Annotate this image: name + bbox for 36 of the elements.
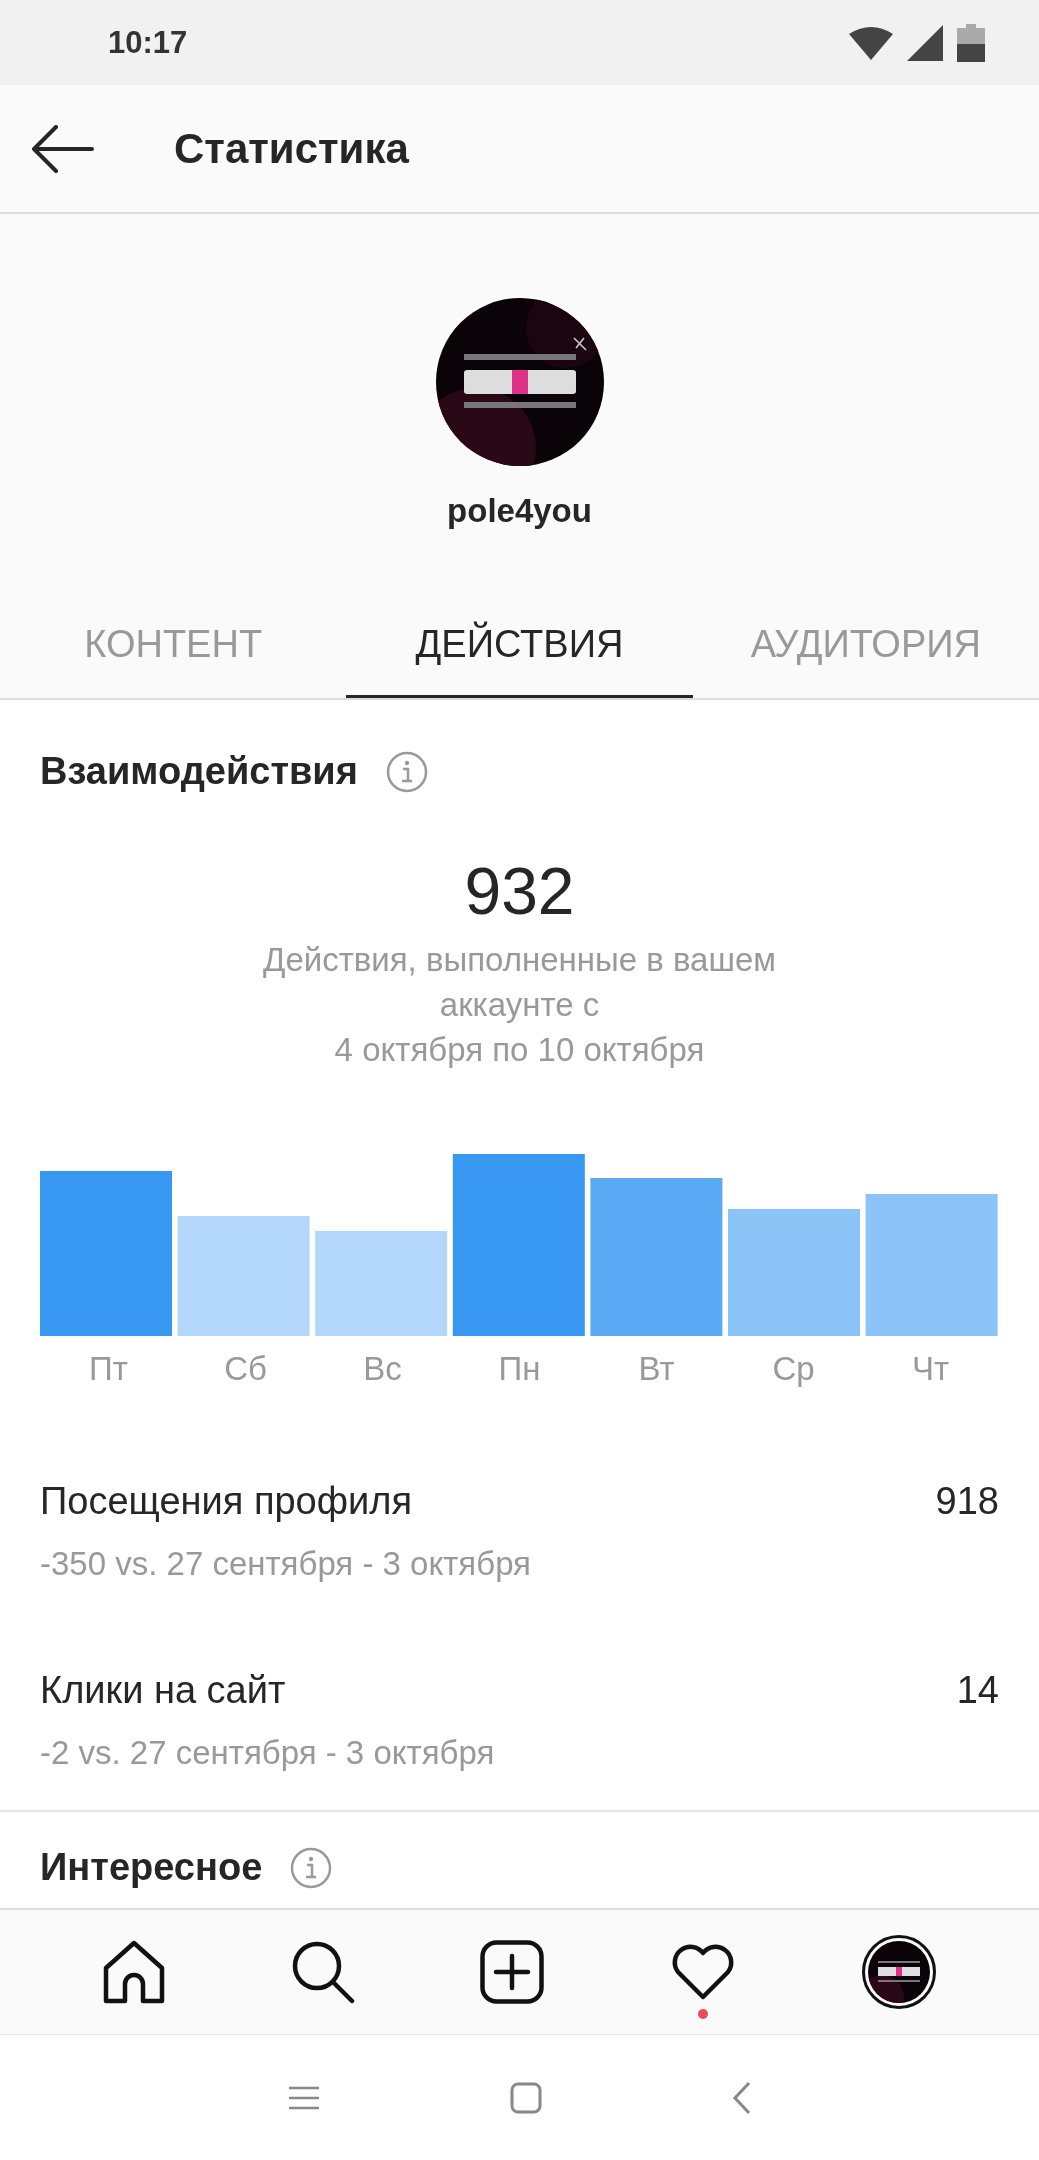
home-button-icon[interactable] bbox=[509, 2081, 542, 2114]
profile-tab[interactable] bbox=[862, 1935, 937, 2009]
metric-value: 918 bbox=[935, 1480, 999, 1523]
search-icon[interactable] bbox=[290, 1940, 355, 2004]
metric-value: 14 bbox=[956, 1669, 999, 1712]
metric-comparison: -350 vs. 27 сентября - 3 октября bbox=[40, 1545, 532, 1583]
metric-comparison: -2 vs. 27 сентября - 3 октября bbox=[40, 1734, 496, 1772]
day-label: Вт bbox=[637, 1350, 676, 1388]
info-icon[interactable] bbox=[385, 750, 428, 793]
day-label: Пн bbox=[497, 1350, 542, 1388]
metric-label: Клики на сайт bbox=[40, 1669, 286, 1712]
day-label: Пт bbox=[88, 1350, 129, 1388]
total-count: 932 bbox=[463, 853, 576, 929]
description: Действия, выполненные в вашем аккаунте с 4 октября по 10 октября bbox=[262, 940, 777, 1070]
day-label: Чт bbox=[910, 1350, 951, 1388]
add-post-icon[interactable] bbox=[480, 1940, 545, 2004]
back-icon[interactable] bbox=[731, 2080, 752, 2115]
battery-icon bbox=[957, 23, 985, 62]
wifi-icon bbox=[849, 25, 893, 60]
tab[interactable]: АУДИТОРИЯ bbox=[692, 594, 1039, 698]
day-label: Ср bbox=[771, 1350, 816, 1388]
section-title: Интересное bbox=[40, 1846, 263, 1889]
home-icon[interactable] bbox=[102, 1940, 165, 2004]
info-icon[interactable] bbox=[290, 1846, 333, 1889]
metric-label: Посещения профиля bbox=[40, 1480, 412, 1523]
section-title: Взаимодействия bbox=[40, 750, 358, 793]
tab[interactable]: КОНТЕНТ bbox=[0, 594, 347, 698]
menu-icon[interactable] bbox=[287, 2085, 320, 2110]
back-arrow-icon bbox=[30, 124, 94, 173]
page-title: Статистика bbox=[174, 124, 409, 173]
status-time: 10:17 bbox=[108, 24, 188, 61]
day-label: Сб bbox=[223, 1350, 268, 1388]
username: pole4you bbox=[447, 492, 592, 530]
tab[interactable]: ДЕЙСТВИЯ bbox=[346, 594, 693, 698]
day-label: Вс bbox=[362, 1350, 403, 1388]
signal-icon bbox=[907, 24, 943, 61]
